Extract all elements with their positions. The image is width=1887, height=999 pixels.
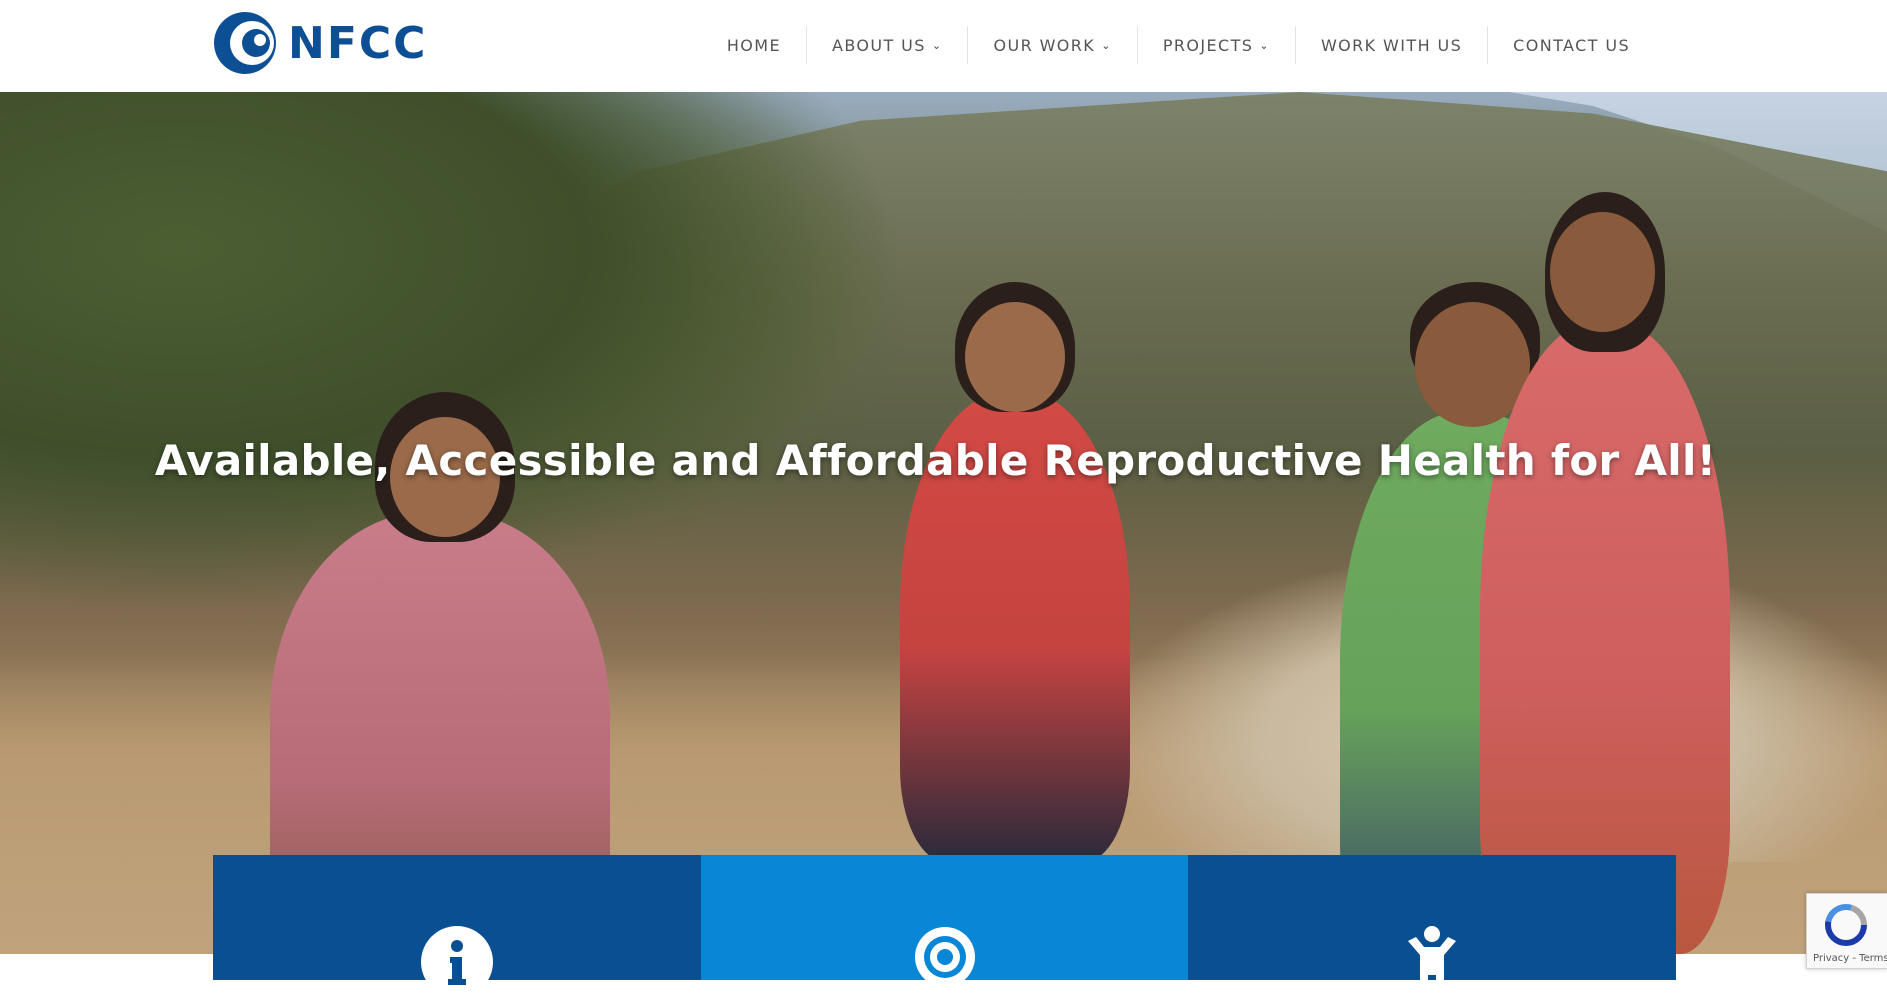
nav-home-label: HOME xyxy=(726,35,781,55)
site-logo[interactable]: NFCC xyxy=(212,10,427,76)
nav-contact-us-label: CONTACT US xyxy=(1513,35,1630,55)
feature-block-child[interactable] xyxy=(1188,855,1676,993)
info-circle-icon xyxy=(421,926,493,998)
feature-blocks xyxy=(213,855,1676,998)
hero-headline: Available, Accessible and Affordable Rep… xyxy=(0,436,1887,485)
brand-name: NFCC xyxy=(288,17,428,69)
hero-headline-text: Available, Accessible and Affordable Rep… xyxy=(154,436,1717,485)
nav-about-us[interactable]: ABOUT US ⌄ xyxy=(805,26,968,64)
nav-contact-us[interactable]: CONTACT US xyxy=(1487,26,1655,64)
target-icon xyxy=(914,927,975,987)
recaptcha-badge[interactable]: Privacy - Terms xyxy=(1806,893,1887,969)
nav-our-work[interactable]: OUR WORK ⌄ xyxy=(967,26,1136,64)
hero-banner: Available, Accessible and Affordable Rep… xyxy=(0,92,1887,954)
nav-home[interactable]: HOME xyxy=(702,26,806,64)
nav-about-us-label: ABOUT US xyxy=(831,35,926,55)
chevron-down-icon: ⌄ xyxy=(1259,38,1270,52)
main-nav: HOME ABOUT US ⌄ OUR WORK ⌄ PROJECTS ⌄ WO… xyxy=(702,26,1655,64)
recaptcha-links[interactable]: Privacy - Terms xyxy=(1813,953,1887,964)
chevron-down-icon: ⌄ xyxy=(931,38,943,52)
feature-block-target[interactable] xyxy=(701,855,1188,987)
nav-work-with-us[interactable]: WORK WITH US xyxy=(1294,26,1487,64)
nav-work-with-us-label: WORK WITH US xyxy=(1320,35,1463,55)
nfcc-logo-icon xyxy=(214,12,276,74)
feature-block-info[interactable] xyxy=(213,855,701,998)
nav-projects-label: PROJECTS xyxy=(1162,35,1254,55)
nav-our-work-label: OUR WORK xyxy=(993,35,1096,55)
recaptcha-icon xyxy=(1825,904,1867,946)
site-header: NFCC HOME ABOUT US ⌄ OUR WORK ⌄ PROJECTS… xyxy=(0,0,1887,92)
nav-projects[interactable]: PROJECTS ⌄ xyxy=(1136,26,1295,64)
chevron-down-icon: ⌄ xyxy=(1101,38,1112,52)
child-icon xyxy=(1408,926,1456,993)
